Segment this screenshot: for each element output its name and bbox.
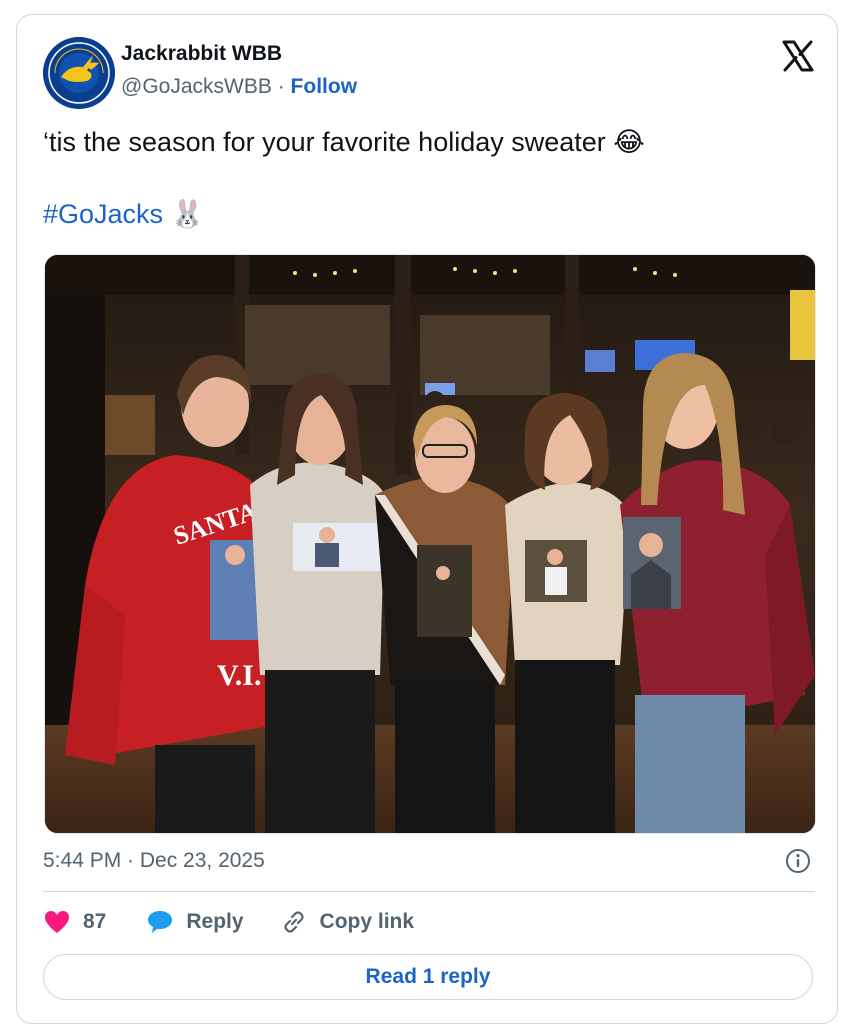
avatar[interactable] — [43, 37, 115, 109]
laughing-emoji-icon: 😂 — [613, 127, 645, 157]
like-count: 87 — [83, 910, 107, 933]
tweet-body: ‘tis the season for your favorite holida… — [43, 127, 606, 157]
author-handle-row: @GoJacksWBB · Follow — [121, 75, 357, 99]
action-bar: 87 Reply Copy link — [43, 905, 414, 939]
author-display-name[interactable]: Jackrabbit WBB — [121, 42, 282, 66]
info-icon[interactable] — [785, 848, 811, 874]
speech-bubble-icon — [148, 911, 173, 933]
handle-separator: · — [277, 75, 285, 98]
jackrabbit-logo-icon — [43, 37, 115, 109]
group-photo-illustration: SANTA V.I. — [45, 255, 815, 833]
divider — [43, 891, 815, 892]
author-handle[interactable]: @GoJacksWBB — [121, 75, 272, 98]
tweet-card: Jackrabbit WBB @GoJacksWBB · Follow ‘tis… — [16, 14, 838, 1024]
hashtag-row: #GoJacks 🐰 — [43, 196, 204, 232]
tweet-photo[interactable]: SANTA V.I. — [44, 254, 816, 834]
sweater-text-vi: V.I. — [217, 659, 261, 692]
link-icon — [283, 911, 304, 933]
tweet-timestamp[interactable]: 5:44 PM · Dec 23, 2025 — [43, 849, 265, 873]
copy-link-label: Copy link — [319, 910, 415, 933]
follow-button[interactable]: Follow — [291, 75, 358, 98]
rabbit-emoji-icon: 🐰 — [170, 199, 205, 229]
read-reply-button[interactable]: Read 1 reply — [43, 954, 813, 1000]
reply-button[interactable]: Reply — [146, 909, 244, 935]
hashtag-link[interactable]: #GoJacks — [43, 199, 163, 229]
tweet-text: ‘tis the season for your favorite holida… — [43, 124, 813, 160]
like-button[interactable]: 87 — [43, 909, 106, 935]
copy-link-button[interactable]: Copy link — [280, 908, 415, 936]
reply-label: Reply — [186, 910, 244, 933]
x-logo-icon[interactable] — [781, 39, 815, 73]
heart-icon — [45, 911, 69, 933]
